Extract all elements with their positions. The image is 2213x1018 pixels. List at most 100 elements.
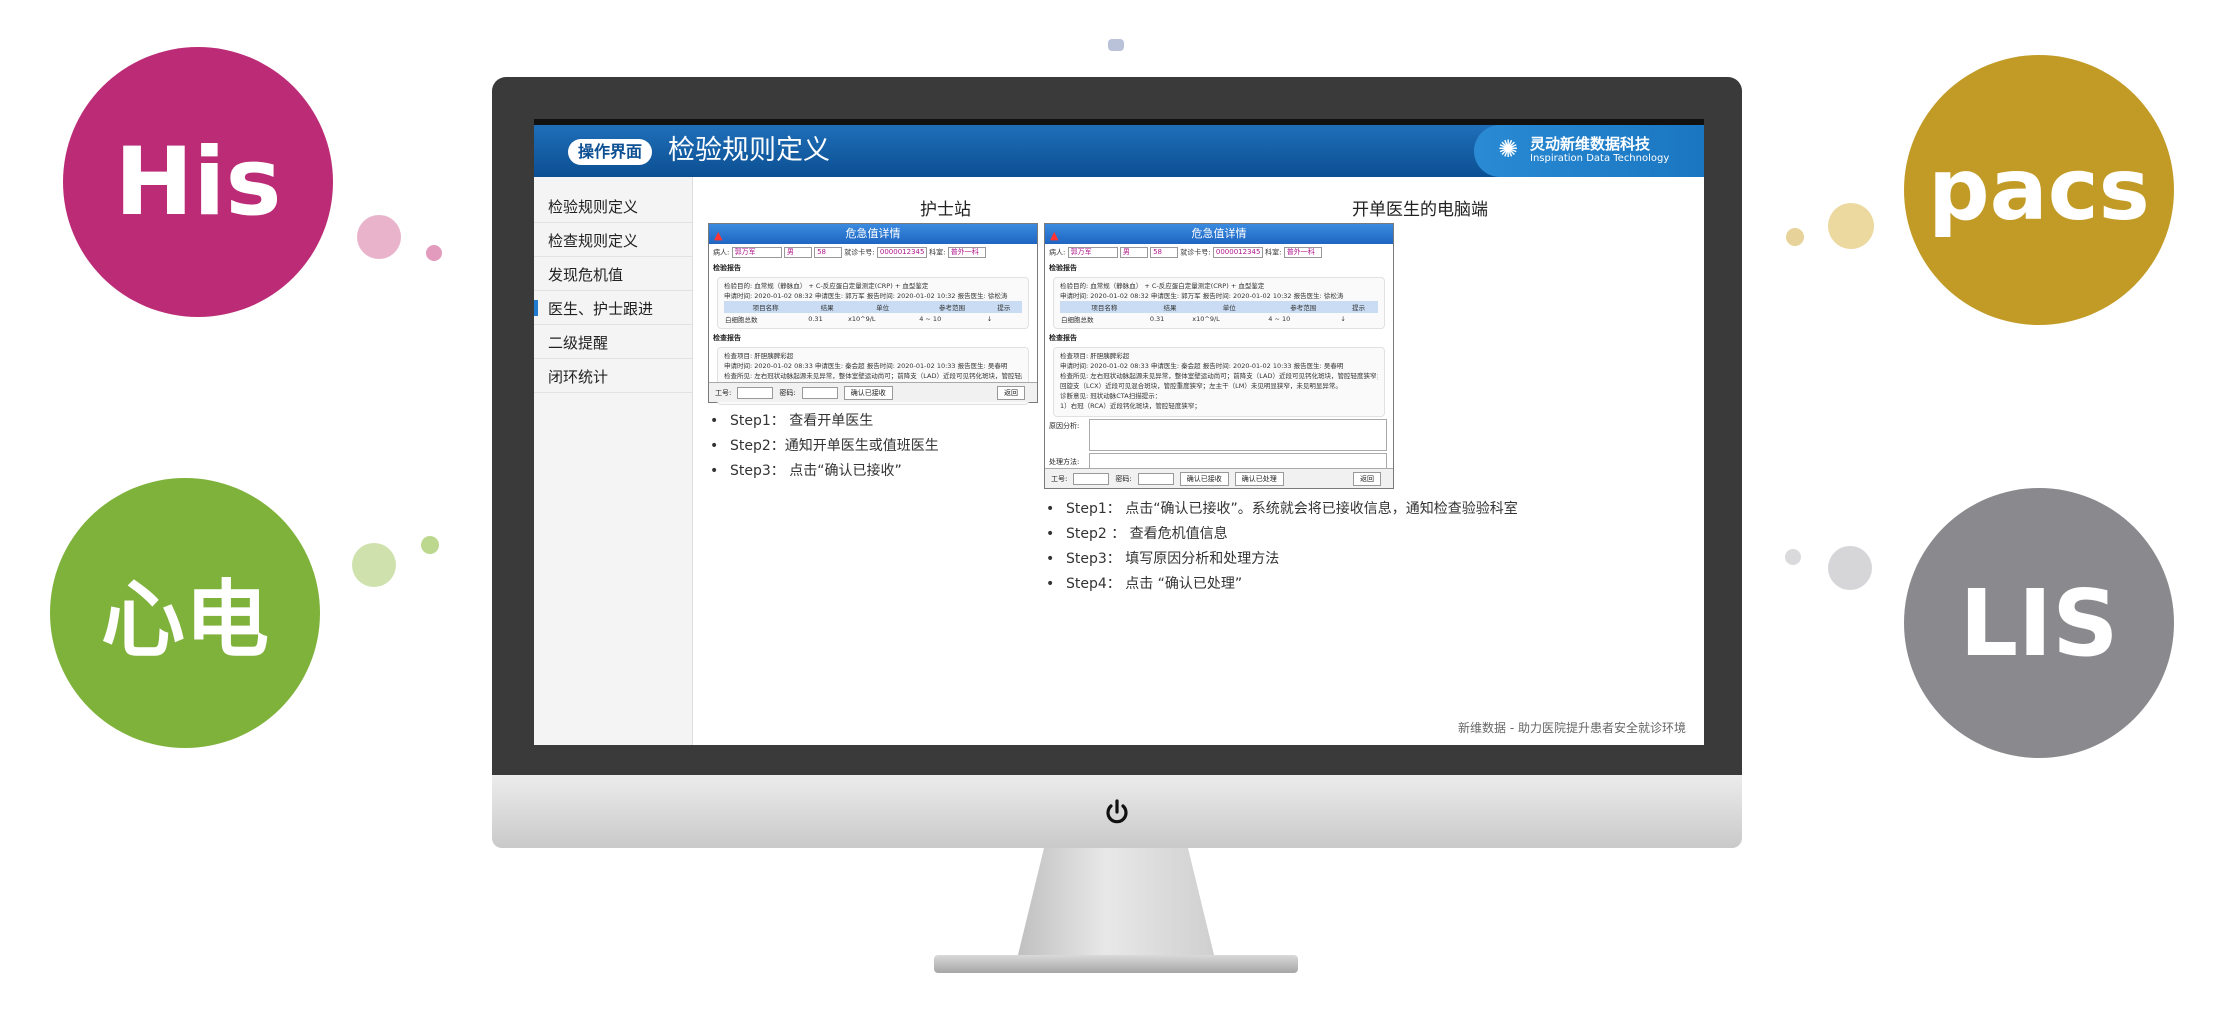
confirm-received-button[interactable]: 确认已接收 (1179, 471, 1229, 486)
sidebar-item-lab-rules[interactable]: 检验规则定义 (534, 189, 692, 223)
table-cell: x10^9/L (1192, 315, 1220, 323)
dialog-title: 危急值详情 (845, 227, 901, 240)
patient-age-field: 58 (1150, 247, 1179, 258)
reason-textarea[interactable] (1089, 419, 1387, 451)
exam-line: 检查项目: 肝胆胰脾彩超 (724, 352, 794, 360)
patient-name-label: 病人: (1049, 248, 1066, 257)
decor-dot (426, 245, 442, 261)
sidebar-item-label: 检验规则定义 (548, 198, 639, 216)
nurse-steps-list: Step1： 查看开单医生 Step2：通知开单医生或值班医生 Step3： 点… (708, 409, 939, 484)
monitor-chin (492, 775, 1742, 848)
table-header: 参考范围 (918, 301, 986, 313)
decor-dot (357, 215, 401, 259)
sidebar-item-secondary-reminder[interactable]: 二级提醒 (534, 325, 692, 359)
sidebar-item-followup[interactable]: 医生、护士跟进 (534, 291, 692, 325)
password-label: 密码: (1115, 474, 1132, 483)
dept-label: 科室: (929, 248, 946, 257)
exam-section-title: 检查报告 (713, 334, 741, 342)
mode-badge: 操作界面 (568, 139, 653, 165)
back-button[interactable]: 返回 (997, 385, 1025, 400)
dept-field: 普外一科 (947, 247, 986, 258)
critical-value-dialog-doctor: ▲ 危急值详情 病人: 郭万军 男 58 就诊卡号: 0000012345 科室:… (1044, 223, 1394, 489)
table-header: 提示 (985, 301, 1022, 313)
back-button[interactable]: 返回 (1353, 471, 1381, 486)
sidebar: 检验规则定义 检查规则定义 发现危机值 医生、护士跟进 二级提醒 闭环统计 (534, 177, 693, 745)
lab-line: 检验目的: 血常规（静脉血） + C-反应蛋白定量测定(CRP) + 血型鉴定 (1060, 282, 1265, 290)
exam-line: 检查所见: 左右冠状动脉起源未见异常，整体室壁运动尚可；前降支（LAD）近段可见… (724, 372, 1022, 380)
lab-report-panel: 检验目的: 血常规（静脉血） + C-反应蛋白定量测定(CRP) + 血型鉴定 … (717, 277, 1029, 329)
critical-value-dialog-nurse: ▲ 危急值详情 病人: 郭万军 男 58 就诊卡号: 0000012345 科室:… (708, 223, 1038, 405)
decor-dot (1785, 549, 1801, 565)
patient-name-field: 郭万军 (1067, 247, 1118, 258)
lab-line: 申请时间: 2020-01-02 08:32 申请医生: 郭万军 报告时间: 2… (724, 292, 1008, 300)
exam-line: 检查项目: 肝胆胰脾彩超 (1060, 352, 1130, 360)
table-cell: 4 ~ 10 (919, 315, 942, 323)
table-cell: 白细胞总数 (725, 316, 758, 324)
table-header: 结果 (807, 301, 847, 313)
list-item: Step2 ： 查看危机值信息 (1044, 522, 1518, 547)
exam-line: 诊断意见: 冠状动脉CTA扫描提示： (1060, 392, 1162, 400)
card-field: 0000012345 (876, 247, 927, 258)
brand-mark-icon: ✺ (1498, 135, 1519, 163)
monitor-stand-neck (1016, 848, 1216, 963)
doctor-pc-title: 开单医生的电脑端 (1352, 200, 1488, 220)
list-item: Step3： 填写原因分析和处理方法 (1044, 547, 1518, 572)
exam-section-title: 检查报告 (1049, 334, 1077, 342)
emp-id-label: 工号: (1051, 474, 1068, 483)
table-header: 单位 (1191, 301, 1268, 313)
monitor: 操作界面 检验规则定义 ✺ 灵动新维数据科技 Inspiration Data … (492, 77, 1742, 848)
dialog-footer: 工号: 密码: 确认已接收 返回 (709, 382, 1037, 402)
table-cell: 4 ~ 10 (1268, 315, 1291, 323)
main-content: 护士站 开单医生的电脑端 ▲ 危急值详情 病人: 郭万军 男 58 就诊卡号: 0… (692, 177, 1704, 745)
tagline: 新维数据 - 助力医院提升患者安全就诊环境 (1458, 721, 1686, 735)
card-field: 0000012345 (1212, 247, 1263, 258)
patient-info-row: 病人: 郭万军 男 58 就诊卡号: 0000012345 科室: 普外一科 (709, 244, 1037, 261)
patient-name-label: 病人: (713, 248, 730, 257)
password-input[interactable] (1137, 472, 1174, 485)
table-cell: x10^9/L (848, 315, 876, 323)
decor-dot (352, 543, 396, 587)
power-icon[interactable] (1102, 797, 1132, 827)
brand-name-cn: 灵动新维数据科技 (1530, 135, 1651, 153)
exam-report-panel: 检查项目: 肝胆胰脾彩超 申请时间: 2020-01-02 08:33 申请医生… (1053, 347, 1385, 417)
sidebar-item-label: 发现危机值 (548, 266, 624, 284)
dept-label: 科室: (1265, 248, 1282, 257)
table-header: 结果 (1148, 301, 1192, 313)
brand-name-en: Inspiration Data Technology (1530, 153, 1670, 164)
emp-id-input[interactable] (1073, 472, 1110, 485)
sidebar-item-closed-loop-stats[interactable]: 闭环统计 (534, 359, 692, 393)
lab-section-title: 检验报告 (713, 264, 741, 272)
sidebar-item-exam-rules[interactable]: 检查规则定义 (534, 223, 692, 257)
his-badge-label: His (114, 127, 282, 237)
sidebar-item-label: 检查规则定义 (548, 232, 639, 250)
password-input[interactable] (801, 386, 838, 399)
lab-result-table: 项目名称 结果 单位 参考范围 提示 白细胞总数 0.31 x10^9/L 4 ~ 10 ↓ (724, 301, 1022, 325)
ecg-badge: 心电 (50, 478, 320, 748)
dialog-titlebar: ▲ 危急值详情 (709, 224, 1037, 244)
sidebar-item-critical-values[interactable]: 发现危机值 (534, 257, 692, 291)
patient-name-field: 郭万军 (731, 247, 782, 258)
patient-sex-field: 男 (783, 247, 812, 258)
patient-info-row: 病人: 郭万军 男 58 就诊卡号: 0000012345 科室: 普外一科 (1045, 244, 1393, 261)
brand-logo: ✺ 灵动新维数据科技 Inspiration Data Technology (1474, 125, 1704, 177)
confirm-handled-button[interactable]: 确认已处理 (1234, 471, 1284, 486)
lis-badge-label: LIS (1959, 569, 2119, 677)
password-label: 密码: (779, 388, 796, 397)
dialog-footer: 工号: 密码: 确认已接收 确认已处理 返回 (1045, 468, 1393, 488)
table-cell: 白细胞总数 (1061, 316, 1094, 324)
decor-dot (1786, 228, 1804, 246)
ecg-badge-label: 心电 (100, 570, 269, 669)
lis-badge: LIS (1904, 488, 2174, 758)
pacs-badge: pacs (1904, 55, 2174, 325)
patient-age-field: 58 (814, 247, 843, 258)
emp-id-input[interactable] (737, 386, 774, 399)
lab-line: 检验目的: 血常规（静脉血） + C-反应蛋白定量测定(CRP) + 血型鉴定 (724, 282, 929, 290)
list-item: Step1： 点击“确认已接收”。系统就会将已接收信息，通知检查验验科室 (1044, 497, 1518, 522)
table-header: 项目名称 (1060, 301, 1149, 313)
decor-dot (1828, 546, 1872, 590)
lab-result-table: 项目名称 结果 单位 参考范围 提示 白细胞总数 0.31 x10^9/L 4 ~ 10 ↓ (1060, 301, 1378, 325)
exam-line: 检查所见: 左右冠状动脉起源未见异常，整体室壁运动尚可；前降支（LAD）近段可见… (1060, 372, 1378, 380)
confirm-received-button[interactable]: 确认已接收 (843, 385, 893, 400)
sidebar-item-label: 二级提醒 (548, 334, 609, 352)
dept-field: 普外一科 (1283, 247, 1322, 258)
